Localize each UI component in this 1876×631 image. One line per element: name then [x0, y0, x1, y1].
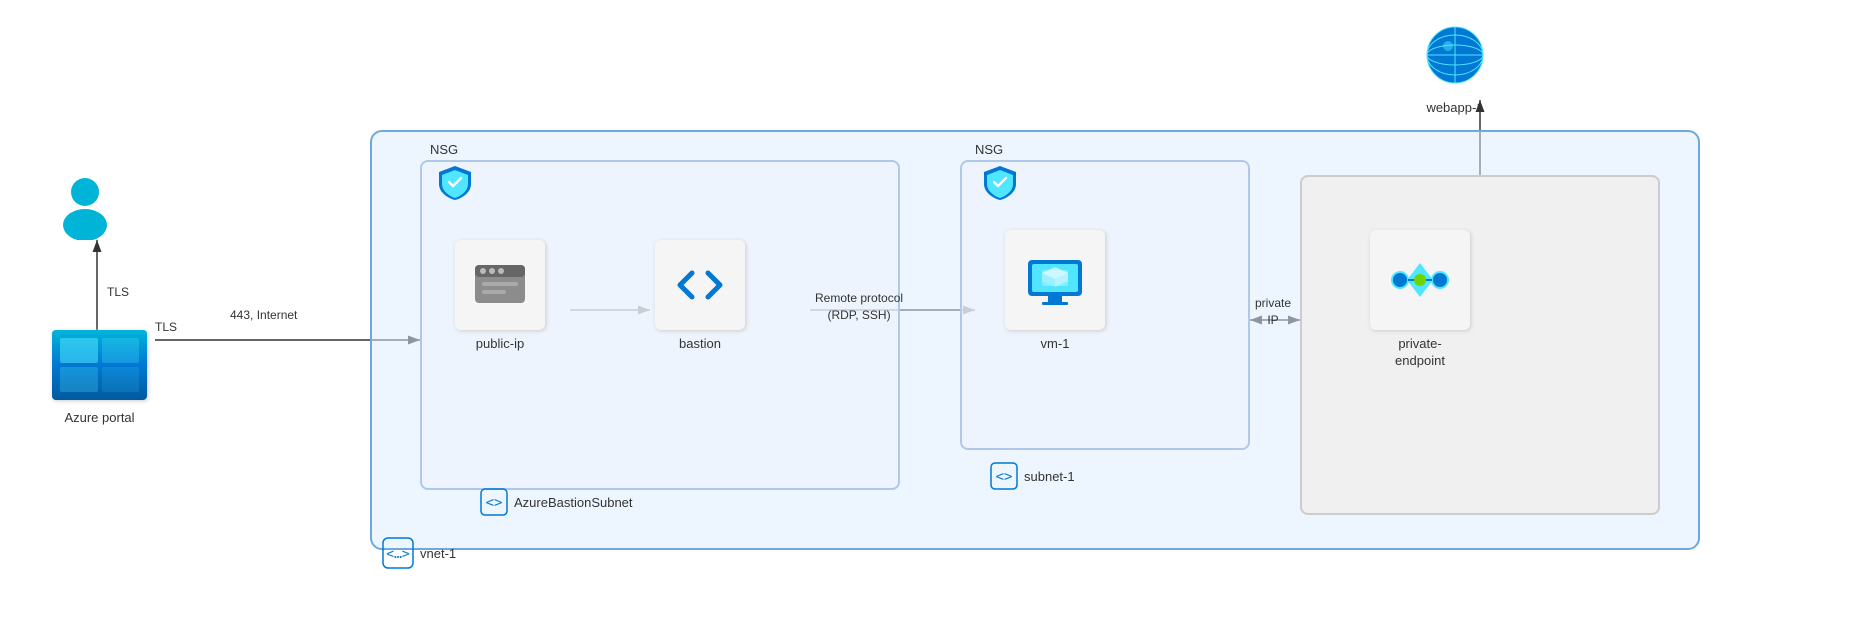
svg-text:<…>: <…> [386, 547, 410, 562]
remote-protocol-label: Remote protocol(RDP, SSH) [815, 290, 903, 324]
vm1-icon-box: vm-1 [1005, 230, 1105, 351]
webapp1-icon-box: webapp-1 [1420, 20, 1490, 115]
azure-portal-icon-box: Azure portal [52, 330, 147, 425]
tls-horizontal-label: TLS [155, 320, 177, 334]
public-ip-icon-box: public-ip [455, 240, 545, 351]
subnet1-box [960, 160, 1250, 450]
subnet1-label: <> subnet-1 [990, 462, 1075, 490]
svg-text:<>: <> [996, 469, 1013, 485]
port-label: 443, Internet [230, 308, 297, 322]
nsg-shield-2 [980, 162, 1020, 202]
nsg-shield-1 [435, 162, 475, 202]
nsg-label-2: NSG [975, 142, 1003, 157]
pe-icon-box: private-endpoint [1370, 230, 1470, 370]
bastion-subnet-label: <> AzureBastionSubnet [480, 488, 633, 516]
diagram: NSG NSG TLS [0, 0, 1876, 631]
tls-vertical-label: TLS [107, 285, 129, 299]
pe-outer-box [1300, 175, 1660, 515]
nsg-label-1: NSG [430, 142, 458, 157]
user-icon-box [50, 170, 120, 240]
private-ip-label: privateIP [1255, 295, 1291, 329]
vnet1-label: <…> vnet-1 [382, 537, 456, 569]
bastion-icon-box: bastion [655, 240, 745, 351]
svg-text:<>: <> [486, 495, 503, 511]
